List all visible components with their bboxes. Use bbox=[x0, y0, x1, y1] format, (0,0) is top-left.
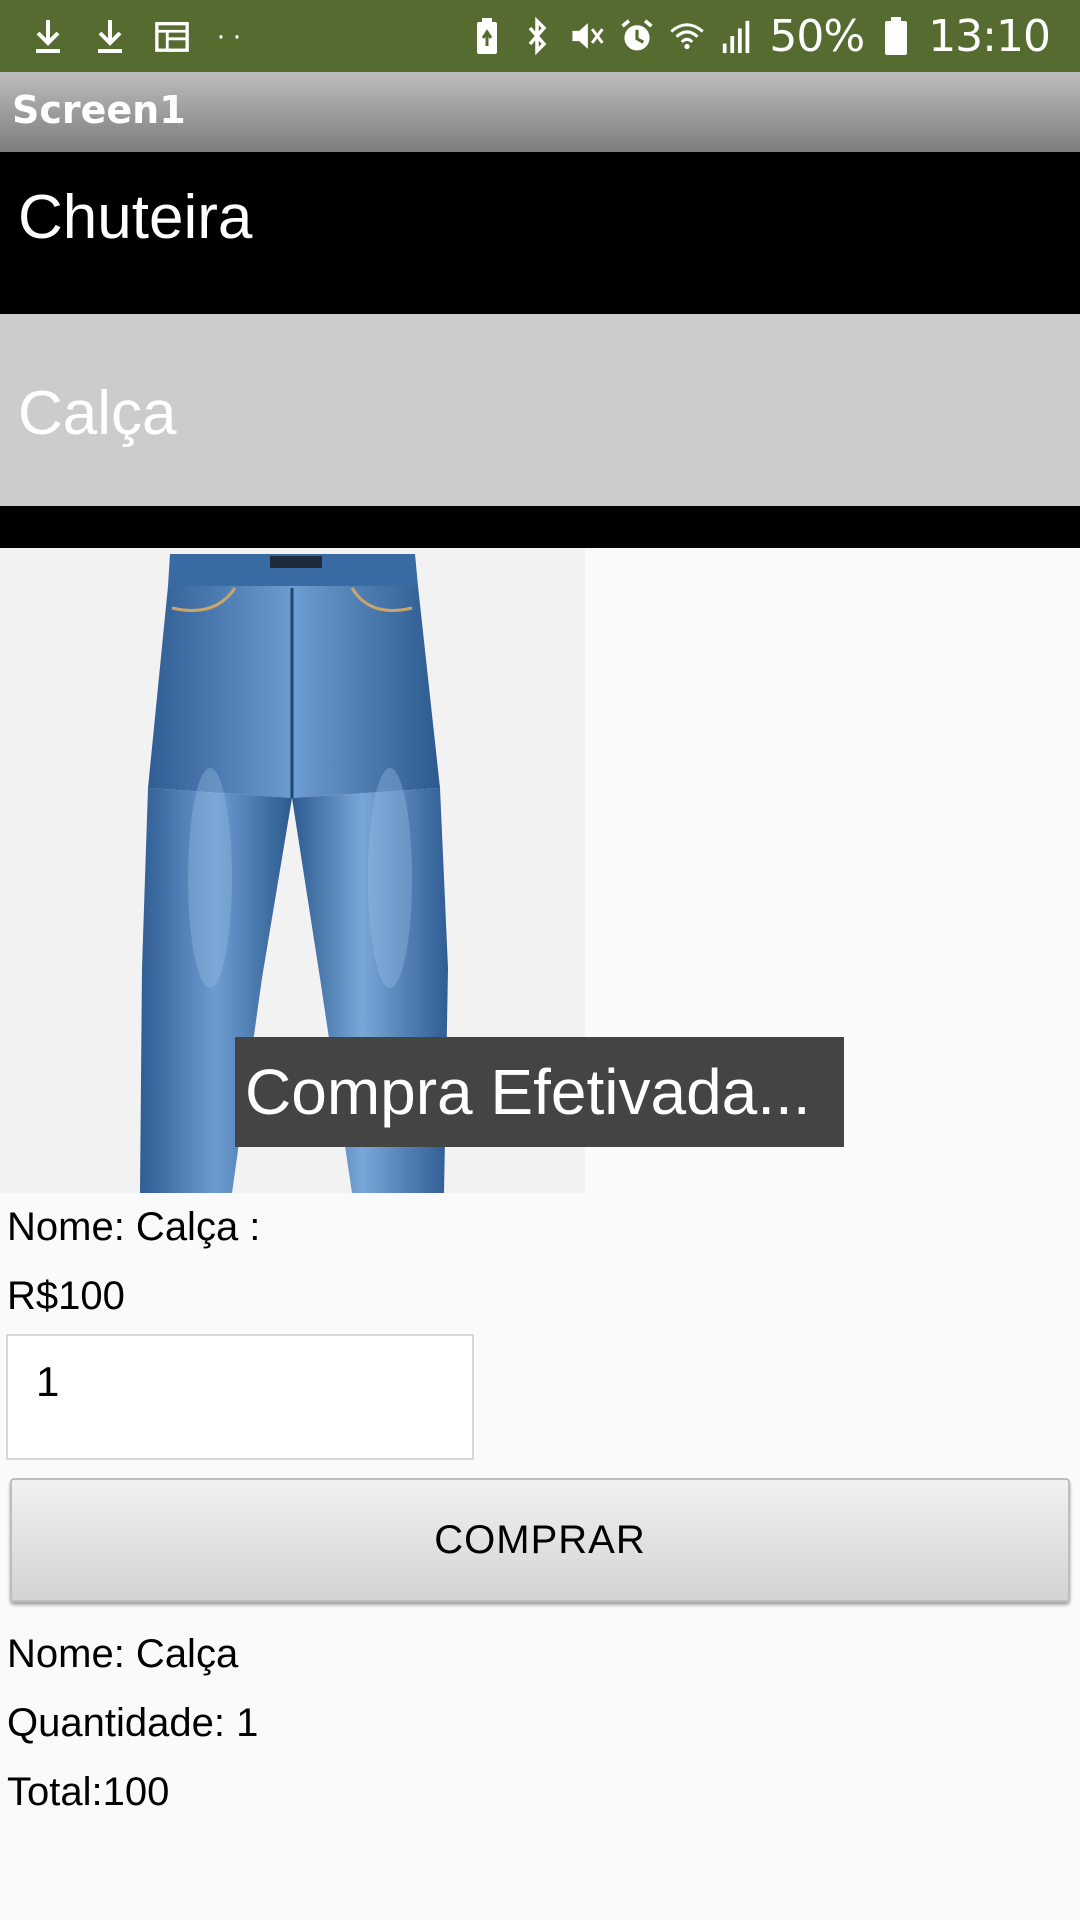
alarm-icon bbox=[619, 14, 655, 58]
status-bar-left: ·· bbox=[30, 14, 248, 58]
signal-icon bbox=[719, 14, 755, 58]
product-price-label: R$100 bbox=[7, 1274, 125, 1318]
download-icon bbox=[30, 14, 66, 58]
buy-button[interactable]: COMPRAR bbox=[10, 1478, 1070, 1602]
mute-icon bbox=[569, 14, 605, 58]
quantity-input[interactable]: 1 bbox=[6, 1334, 474, 1460]
divider bbox=[0, 506, 1080, 548]
title-bar: Screen1 bbox=[0, 72, 1080, 152]
summary-total: Total:100 bbox=[7, 1770, 170, 1814]
battery-icon bbox=[878, 14, 914, 58]
bluetooth-icon bbox=[519, 14, 555, 58]
clock: 13:10 bbox=[928, 10, 1051, 62]
summary-name: Nome: Calça bbox=[7, 1632, 239, 1676]
toast-message: Compra Efetivada... bbox=[235, 1037, 844, 1147]
download-icon bbox=[92, 14, 128, 58]
list-item-calca[interactable]: Calça bbox=[0, 314, 1080, 506]
product-name-label: Nome: Calça : bbox=[7, 1205, 261, 1249]
wifi-icon bbox=[669, 14, 705, 58]
status-bar-right: 50% 13:10 bbox=[469, 8, 1051, 64]
battery-percent: 50% bbox=[769, 10, 865, 62]
calendar-icon bbox=[154, 14, 190, 58]
summary-quantity: Quantidade: 1 bbox=[7, 1701, 259, 1745]
more-dots-icon: ·· bbox=[216, 19, 248, 52]
screen-title: Screen1 bbox=[12, 88, 186, 132]
list-item-chuteira[interactable]: Chuteira bbox=[0, 152, 1080, 314]
battery-saver-icon bbox=[469, 14, 505, 58]
status-bar: ·· 50% 13:10 bbox=[0, 0, 1080, 72]
